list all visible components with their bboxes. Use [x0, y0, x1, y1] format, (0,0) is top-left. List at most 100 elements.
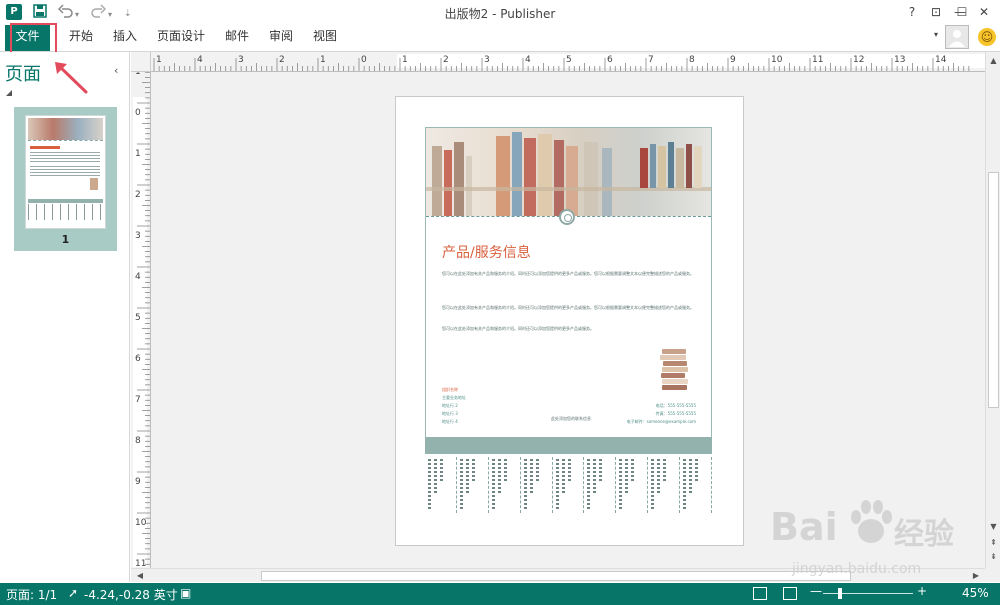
- tear-off-tabs[interactable]: [425, 454, 712, 516]
- tear-off-tab-text: [428, 459, 431, 509]
- ruler-label: 8: [135, 436, 141, 446]
- ruler-label: 0: [135, 108, 141, 118]
- tear-off-tab-text: [683, 459, 687, 509]
- scroll-down-icon[interactable]: ▼: [987, 520, 1000, 534]
- tear-off-tab[interactable]: [648, 457, 681, 513]
- next-page-icon[interactable]: ⇟: [987, 550, 1000, 564]
- single-page-view-icon[interactable]: [753, 587, 767, 600]
- ruler-label: 0: [361, 55, 367, 65]
- tab-review[interactable]: 审阅: [267, 25, 295, 51]
- tear-off-tab-text: [567, 459, 571, 483]
- tear-off-tab-text: [535, 459, 539, 483]
- horizontal-scroll-thumb[interactable]: [261, 571, 851, 581]
- send-feedback-smiley-icon[interactable]: ☺: [978, 28, 996, 46]
- flyer-paragraph-1[interactable]: 您可以在此处添加有关产品和服务的介绍。同时还可以添加您提供的更多产品或服务。您可…: [442, 270, 694, 278]
- flyer-paragraph-3[interactable]: 您可以在此处添加有关产品和服务的介绍。同时还可以添加您提供的更多产品或服务。: [442, 325, 694, 333]
- thumbnail-preview: [25, 115, 106, 229]
- ruler-label: 4: [135, 272, 141, 282]
- page-indicator[interactable]: 页面: 1/1: [6, 586, 57, 603]
- flyer-footer-band[interactable]: [425, 437, 712, 454]
- ruler-label: 3: [135, 231, 141, 241]
- ribbon-tabs: 文件 开始 插入 页面设计 邮件 审阅 视图: [0, 25, 1000, 52]
- tear-off-tab[interactable]: [489, 457, 521, 513]
- tear-off-tab[interactable]: [521, 457, 553, 513]
- tab-insert[interactable]: 插入: [111, 25, 139, 51]
- tab-view[interactable]: 视图: [311, 25, 339, 51]
- publication-page[interactable]: 产品/服务信息 您可以在此处添加有关产品和服务的介绍。同时还可以添加您提供的更多…: [395, 96, 744, 546]
- address-line: 地址行 3: [442, 411, 458, 416]
- ruler-label: 6: [607, 55, 613, 65]
- email-line: 电子邮件：someone@example.com: [626, 419, 696, 424]
- ruler-label: 1: [402, 55, 408, 65]
- tear-off-tab-text: [523, 459, 527, 509]
- user-avatar[interactable]: [945, 25, 969, 49]
- ruler-label: 4: [525, 55, 531, 65]
- ruler-ticks: 101234567891011: [135, 72, 150, 568]
- ruler-label: 2: [135, 190, 141, 200]
- ruler-label: 7: [648, 55, 654, 65]
- horizontal-scrollbar[interactable]: ◀ ▶: [131, 568, 985, 582]
- flyer-heading[interactable]: 产品/服务信息: [442, 242, 531, 262]
- contact-details[interactable]: 电话：555-555-5555 传真：555-555-5555 电子邮件：som…: [616, 402, 696, 426]
- maximize-button[interactable]: ☐: [952, 3, 972, 21]
- zoom-out-button[interactable]: —: [810, 584, 822, 598]
- zoom-slider-thumb[interactable]: [838, 588, 842, 599]
- scroll-left-icon[interactable]: ◀: [133, 569, 147, 583]
- help-button[interactable]: ?: [902, 3, 922, 21]
- vertical-scrollbar[interactable]: ▲ ▼ ⇞ ⇟: [985, 52, 1000, 568]
- tear-off-tab[interactable]: [553, 457, 585, 513]
- tear-off-tab[interactable]: [584, 457, 617, 513]
- tear-off-tab[interactable]: [680, 457, 712, 513]
- account-dropdown-icon[interactable]: ▾: [934, 30, 938, 39]
- document-workspace[interactable]: 产品/服务信息 您可以在此处添加有关产品和服务的介绍。同时还可以添加您提供的更多…: [151, 72, 985, 568]
- organization-name: 组织名称: [442, 387, 458, 392]
- close-button[interactable]: ✕: [974, 3, 994, 21]
- zoom-in-button[interactable]: +: [917, 584, 927, 598]
- ruler-label: 1: [320, 55, 326, 65]
- vertical-ruler[interactable]: 1 0 1 2 3 4 5 6 7 8 9 10 11: [131, 72, 151, 568]
- tab-home[interactable]: 开始: [67, 25, 95, 51]
- contact-info-note[interactable]: 此处添加您的联系信息: [551, 416, 591, 422]
- phone-line: 电话：555-555-5555: [655, 403, 696, 408]
- bookshelf-photo[interactable]: [426, 128, 711, 216]
- tear-off-tab-text: [459, 459, 463, 509]
- tear-off-tab-text: [619, 459, 623, 509]
- scroll-right-icon[interactable]: ▶: [969, 569, 983, 583]
- flyer-paragraph-2[interactable]: 您可以在此处添加有关产品和服务的介绍。同时还可以添加您提供的更多产品或服务。您可…: [442, 304, 694, 312]
- tear-off-tab-text: [471, 459, 475, 483]
- tear-off-tab[interactable]: [616, 457, 649, 513]
- ruler-label: 10: [135, 518, 147, 528]
- address-line: 地址行 4: [442, 419, 458, 424]
- zoom-slider[interactable]: [823, 593, 913, 594]
- collapse-panel-icon[interactable]: ‹: [114, 64, 118, 77]
- book-stack-image[interactable]: [660, 349, 692, 393]
- tab-page-design[interactable]: 页面设计: [155, 25, 207, 51]
- address-line: 地址行 2: [442, 403, 458, 408]
- ribbon-display-options-icon[interactable]: ⊡: [926, 3, 946, 21]
- tear-off-tab[interactable]: [425, 457, 457, 513]
- tear-off-tab-text: [663, 459, 667, 483]
- ruler-label: 2: [279, 55, 285, 65]
- horizontal-ruler[interactable]: 1 4 3 2 1 0 1 2 3 4 5 6 7 8 9 10 11 12 13 14: [151, 52, 985, 72]
- previous-page-icon[interactable]: ⇞: [987, 536, 1000, 550]
- ruler-label: 2: [443, 55, 449, 65]
- flyer-content[interactable]: 产品/服务信息 您可以在此处添加有关产品和服务的介绍。同时还可以添加您提供的更多…: [425, 127, 712, 437]
- page-thumbnail[interactable]: 1: [14, 107, 117, 251]
- tear-off-tab-text: [689, 459, 693, 493]
- two-page-view-icon[interactable]: [783, 587, 797, 600]
- ruler-label: 1: [135, 149, 141, 159]
- cursor-position: -4.24,-0.28 英寸: [84, 588, 178, 602]
- section-expand-icon[interactable]: [6, 90, 12, 96]
- tear-off-tab-text: [587, 459, 591, 509]
- address-line: 主要业务地址: [442, 395, 466, 400]
- scroll-up-icon[interactable]: ▲: [987, 54, 1000, 68]
- tear-off-tab[interactable]: [457, 457, 489, 513]
- tab-mailings[interactable]: 邮件: [223, 25, 251, 51]
- pages-panel: 页面 ‹ 1: [0, 52, 130, 582]
- ruler-corner[interactable]: [131, 52, 151, 72]
- zoom-level[interactable]: 45%: [962, 586, 989, 600]
- vertical-scroll-thumb[interactable]: [988, 172, 999, 408]
- window-title: 出版物2 - Publisher: [444, 7, 556, 21]
- organization-info[interactable]: 组织名称 主要业务地址 地址行 2 地址行 3 地址行 4: [442, 386, 466, 426]
- tear-off-tab-text: [631, 459, 635, 483]
